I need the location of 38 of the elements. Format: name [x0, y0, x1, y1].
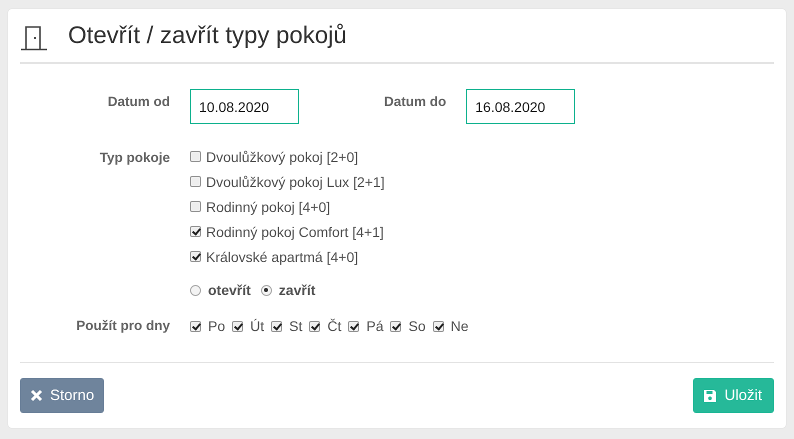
checkbox[interactable] — [190, 251, 201, 262]
radio-button[interactable] — [260, 284, 272, 296]
checkbox-label: Rodinný pokoj [4+0] — [206, 198, 330, 214]
date-field[interactable]: 16.08.2020 — [466, 89, 576, 124]
checkbox[interactable] — [190, 151, 201, 162]
checkbox-label: Út — [250, 318, 264, 334]
checkbox-label: Rodinný pokoj Comfort [4+1] — [206, 224, 384, 240]
cancel-button[interactable]: Storno — [20, 378, 104, 413]
checkbox-label: Čt — [327, 318, 342, 334]
checkbox-label: Ne — [450, 318, 469, 334]
checkbox[interactable] — [309, 320, 320, 332]
radio-label: otevřít — [208, 282, 251, 298]
checkbox-label: Dvoulůžkový pokoj Lux [2+1] — [206, 174, 385, 190]
checkbox-label: St — [289, 318, 302, 334]
checkbox-label: Dvoulůžkový pokoj [2+0] — [206, 148, 358, 164]
date-field[interactable]: 10.08.2020 — [190, 89, 299, 124]
checkbox[interactable] — [390, 320, 402, 332]
checkbox-label: Pá — [366, 318, 384, 334]
checkbox[interactable] — [271, 320, 282, 332]
checkbox[interactable] — [190, 226, 201, 237]
field-label: Datum do — [384, 93, 446, 109]
checkbox-label: Královské apartmá [4+0] — [206, 248, 358, 264]
radio-button[interactable] — [190, 284, 201, 296]
field-label: Datum od — [106, 93, 170, 109]
field-label: Typ pokoje — [98, 149, 170, 165]
dialog-title: Otevřít / zavřít typy pokojů — [68, 22, 347, 50]
checkbox[interactable] — [232, 320, 244, 332]
checkbox[interactable] — [190, 320, 201, 332]
checkbox-label: Po — [208, 318, 226, 334]
checkbox-label: So — [408, 318, 426, 334]
checkbox[interactable] — [432, 320, 444, 332]
radio-label: zavřít — [278, 282, 316, 298]
checkbox[interactable] — [348, 320, 360, 332]
close-icon — [30, 389, 43, 402]
field-label: Použít pro dny — [75, 317, 170, 333]
checkbox[interactable] — [190, 201, 201, 212]
door-icon — [20, 24, 48, 50]
checkbox[interactable] — [190, 176, 201, 187]
